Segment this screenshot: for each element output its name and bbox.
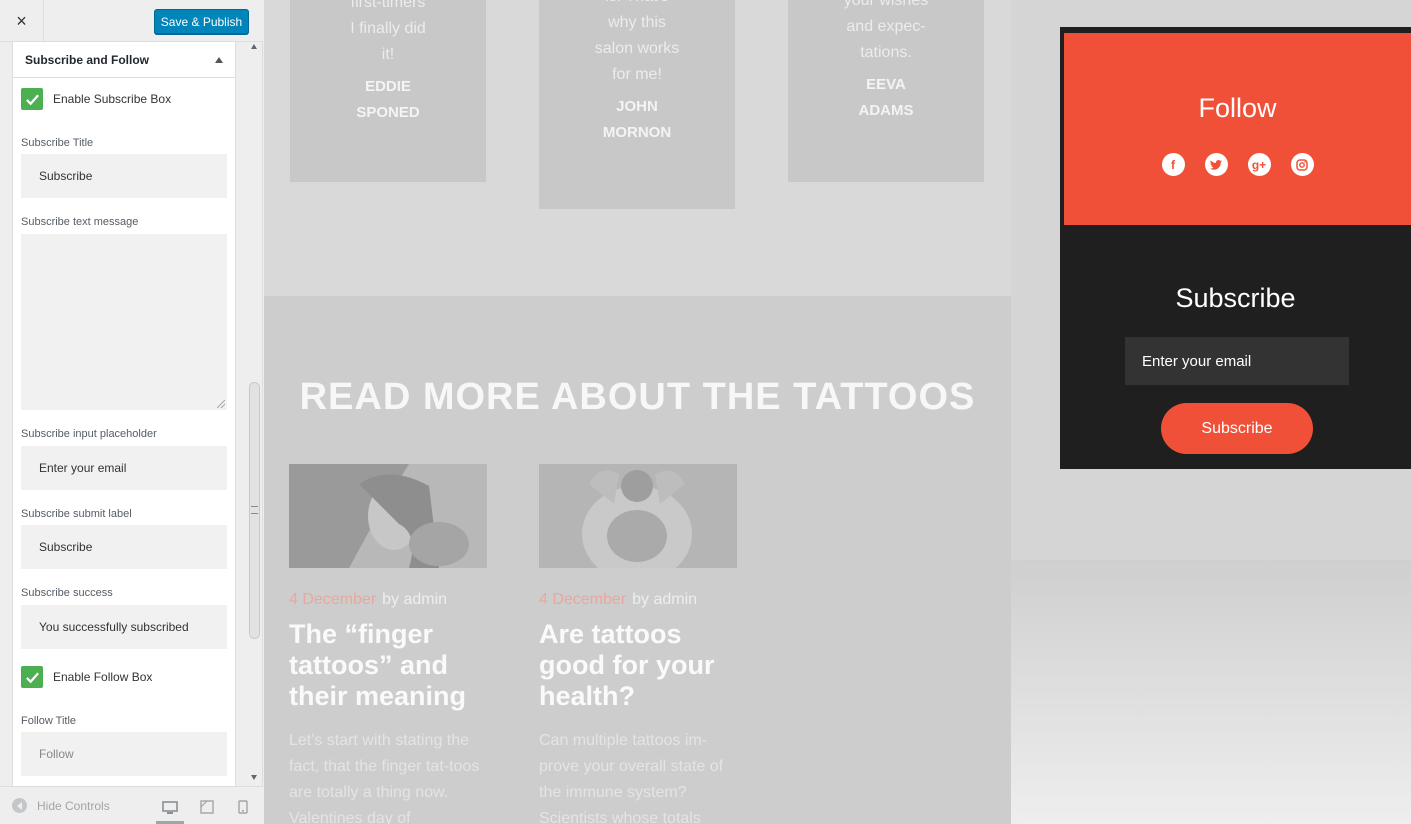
testimonial-line: your wishes xyxy=(843,0,929,9)
enable-subscribe-checkbox[interactable] xyxy=(21,88,43,110)
author-last-name: MORNON xyxy=(602,124,672,141)
author-last-name: ADAMS xyxy=(858,102,914,119)
submit-label-field[interactable]: Subscribe xyxy=(21,525,227,569)
testimonial-line: tations. xyxy=(860,44,912,61)
follow-title: Follow xyxy=(1198,93,1277,123)
testimonial-author: EEVA ADAMS xyxy=(788,72,984,124)
post-author[interactable]: by admin xyxy=(632,591,697,608)
close-button[interactable]: × xyxy=(0,0,44,42)
desktop-preview-button[interactable] xyxy=(156,795,184,824)
mobile-icon xyxy=(238,800,248,814)
testimonial-line: for me! xyxy=(612,66,662,83)
subscribe-text-label: Subscribe text message xyxy=(21,216,139,228)
post-image xyxy=(289,464,487,568)
follow-title-field[interactable]: Follow xyxy=(21,732,227,776)
blog-post-card[interactable]: 4 December by admin Are tattoos good for … xyxy=(539,464,737,824)
testimonial-line: is. That's xyxy=(539,0,735,10)
email-input[interactable]: Enter your email xyxy=(1125,337,1349,385)
subscribe-button[interactable]: Subscribe xyxy=(1161,403,1313,454)
testimonial-line: why this xyxy=(608,14,666,31)
checkmark-icon xyxy=(25,672,39,683)
instagram-icon[interactable] xyxy=(1290,153,1314,176)
site-preview: first-timers I finally did it! EDDIE SPO… xyxy=(264,0,1411,824)
post-excerpt: Can multiple tattoos im-prove your overa… xyxy=(539,732,724,824)
post-thumbnail[interactable] xyxy=(289,464,487,568)
testimonial-line: first-timers xyxy=(350,0,426,11)
enable-subscribe-label: Enable Subscribe Box xyxy=(53,92,172,106)
post-image xyxy=(539,464,737,568)
testimonial-text: first-timers I finally did it! xyxy=(290,0,486,68)
testimonial-author: JOHN MORNON xyxy=(539,94,735,146)
testimonial-line: it! xyxy=(381,46,395,63)
testimonial-card: your wishes and expec- tations. EEVA ADA… xyxy=(788,0,984,182)
input-placeholder-label: Subscribe input placeholder xyxy=(21,428,157,440)
save-publish-button[interactable]: Save & Publish xyxy=(154,9,249,34)
testimonial-author: EDDIE SPONED xyxy=(290,74,486,126)
hide-controls-button[interactable]: Hide Controls xyxy=(12,798,110,813)
success-label: Subscribe success xyxy=(21,587,113,599)
desktop-icon xyxy=(162,801,178,814)
caret-up-icon xyxy=(215,56,223,63)
tablet-preview-button[interactable] xyxy=(193,796,221,818)
subscribe-title: Subscribe xyxy=(1175,283,1296,313)
post-excerpt: Let's start with stating the fact, that … xyxy=(289,732,480,824)
preview-content: first-timers I finally did it! EDDIE SPO… xyxy=(264,0,1011,824)
enable-follow-option[interactable]: Enable Follow Box xyxy=(21,666,152,688)
scroll-up-icon[interactable] xyxy=(251,44,257,49)
section-header-subscribe-follow[interactable]: Subscribe and Follow xyxy=(13,42,235,78)
post-date[interactable]: 4 December xyxy=(289,591,376,608)
post-date[interactable]: 4 December xyxy=(539,591,626,608)
post-title[interactable]: Are tattoos good for your health? xyxy=(539,619,737,712)
resize-grip-icon[interactable] xyxy=(217,400,225,408)
enable-follow-label: Enable Follow Box xyxy=(53,670,153,684)
submit-label-label: Subscribe submit label xyxy=(21,508,132,520)
scrollbar-grip-icon xyxy=(251,506,258,514)
customizer-footer: Hide Controls xyxy=(0,786,263,824)
twitter-icon[interactable] xyxy=(1204,153,1228,176)
hide-controls-label: Hide Controls xyxy=(37,798,110,813)
mobile-preview-button[interactable] xyxy=(229,796,257,818)
input-placeholder-field[interactable]: Enter your email xyxy=(21,446,227,490)
subscribe-follow-widget: Follow f g+ Subscribe Enter your email S… xyxy=(1060,27,1411,469)
social-links: f g+ xyxy=(1064,153,1411,176)
post-meta: 4 December by admin xyxy=(539,591,737,609)
blog-post-card[interactable]: 4 December by admin The “finger tattoos” … xyxy=(289,464,487,824)
testimonial-text: is. That's why this salon works for me! xyxy=(539,0,735,88)
testimonial-card: is. That's why this salon works for me! … xyxy=(539,0,735,209)
checkmark-icon xyxy=(25,94,39,105)
testimonial-text: your wishes and expec- tations. xyxy=(788,0,984,66)
customizer-sidebar: × Save & Publish Subscribe and Follow En… xyxy=(0,0,263,824)
post-thumbnail[interactable] xyxy=(539,464,737,568)
author-first-name: JOHN xyxy=(616,98,658,115)
post-meta: 4 December by admin xyxy=(289,591,487,609)
author-first-name: EDDIE xyxy=(365,78,411,95)
author-last-name: SPONED xyxy=(356,104,420,121)
subscribe-title-field[interactable]: Subscribe xyxy=(21,154,227,198)
post-title[interactable]: The “finger tattoos” and their meaning xyxy=(289,619,487,712)
testimonial-line: salon works xyxy=(594,40,680,57)
scroll-down-icon[interactable] xyxy=(251,775,257,780)
collapse-arrow-icon xyxy=(12,798,27,813)
testimonial-card: first-timers I finally did it! EDDIE SPO… xyxy=(290,0,486,182)
testimonial-line: and expec- xyxy=(846,18,926,35)
post-author[interactable]: by admin xyxy=(382,591,447,608)
author-first-name: EEVA xyxy=(866,76,906,93)
google-plus-icon[interactable]: g+ xyxy=(1247,153,1271,176)
enable-follow-checkbox[interactable] xyxy=(21,666,43,688)
enable-subscribe-option[interactable]: Enable Subscribe Box xyxy=(21,88,171,110)
subscribe-title-label: Subscribe Title xyxy=(21,137,94,149)
section-panel: Subscribe and Follow Enable Subscribe Bo… xyxy=(12,42,236,786)
subscribe-text-textarea[interactable] xyxy=(21,234,227,410)
follow-title-label: Follow Title xyxy=(21,715,77,727)
follow-box: Follow f g+ xyxy=(1064,33,1411,225)
success-field[interactable]: You successfully subscribed xyxy=(21,605,227,649)
customizer-header: × Save & Publish xyxy=(0,0,263,42)
section-title: Subscribe and Follow xyxy=(25,52,150,67)
tablet-icon xyxy=(200,800,214,814)
blog-section-heading: READ MORE ABOUT THE TATTOOS xyxy=(299,376,976,418)
facebook-icon[interactable]: f xyxy=(1161,153,1185,176)
testimonial-line: I finally did xyxy=(350,20,426,37)
